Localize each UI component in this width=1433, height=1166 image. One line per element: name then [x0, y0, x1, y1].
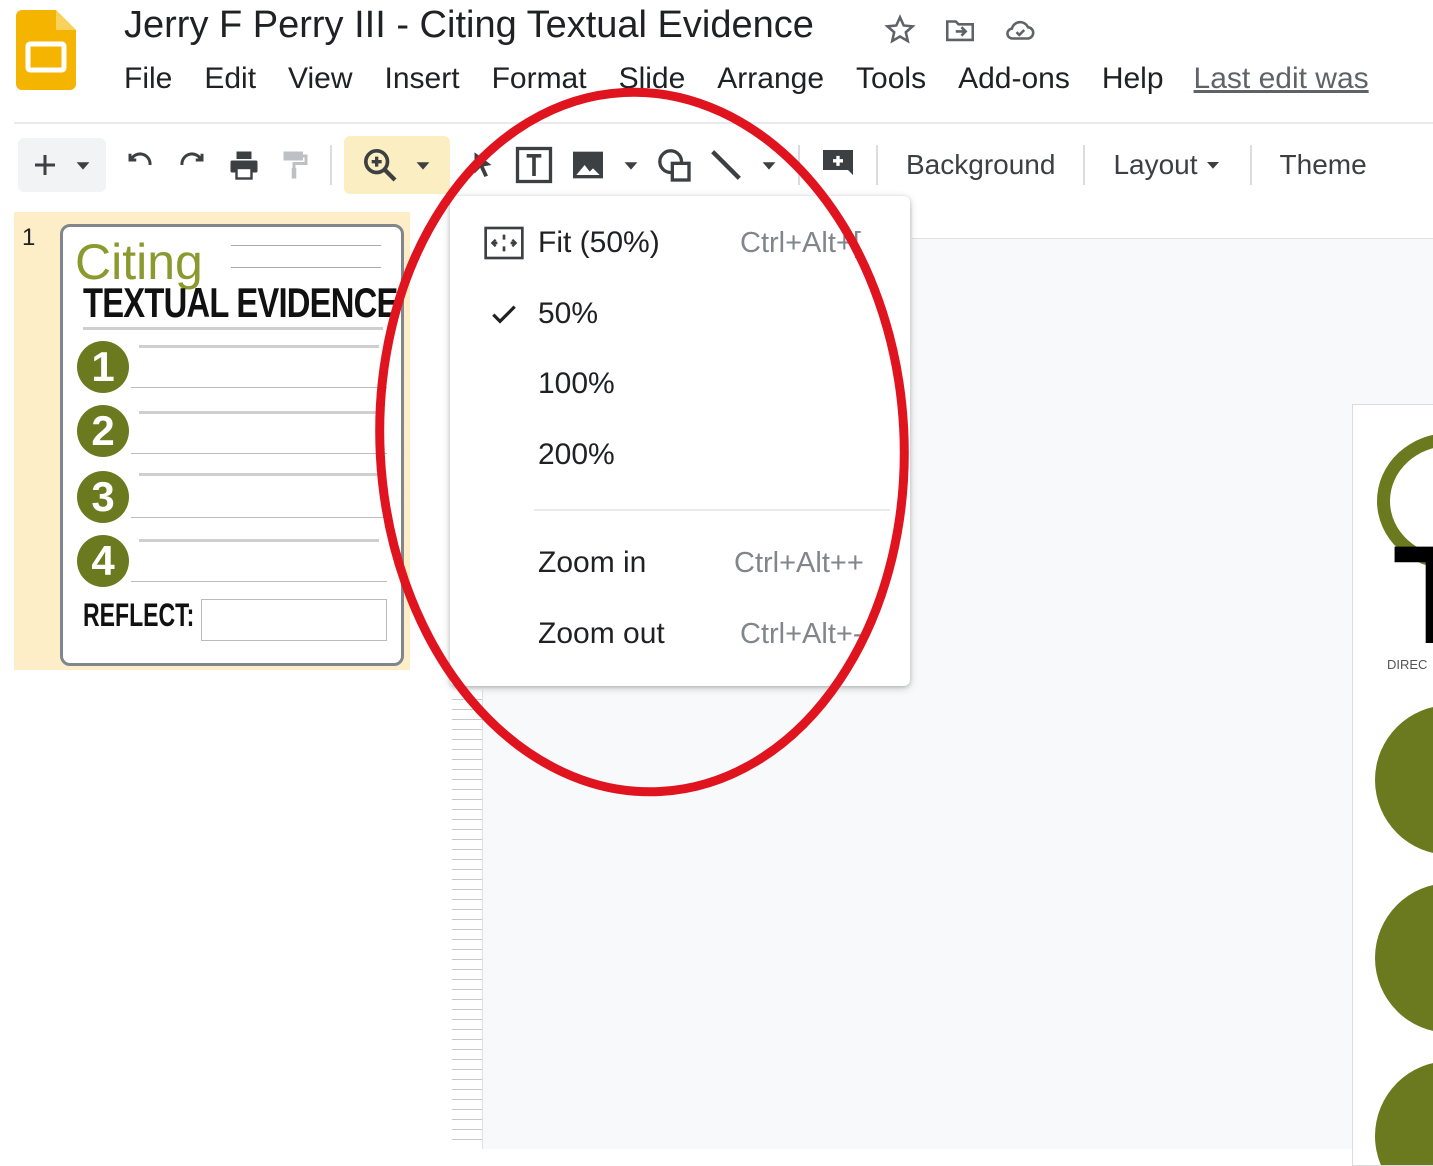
- menu-help[interactable]: Help: [1086, 62, 1180, 96]
- thumbnail-number-2: 2: [77, 405, 129, 457]
- header-divider: [14, 122, 1433, 124]
- zoom-option-shortcut: Ctrl+Alt+-: [740, 617, 863, 650]
- thumbnail-heading-large: TEXTUAL EVIDENCE: [83, 279, 398, 326]
- canvas-number-circle: [1375, 1061, 1433, 1165]
- menu-insert[interactable]: Insert: [369, 62, 476, 96]
- new-slide-icon[interactable]: [24, 138, 66, 192]
- chevron-down-icon[interactable]: [614, 138, 648, 192]
- zoom-50-option[interactable]: 50%: [450, 284, 910, 344]
- zoom-200-option[interactable]: 200%: [450, 425, 910, 485]
- thumbnail-answer-line: [131, 453, 387, 454]
- paint-format-icon[interactable]: [270, 138, 318, 192]
- menu-view[interactable]: View: [272, 62, 368, 96]
- zoom-menu: Fit (50%) Ctrl+Alt+[ 50% 100% 200% Zoom …: [450, 196, 910, 686]
- document-title[interactable]: Jerry F Perry III - Citing Textual Evide…: [124, 4, 814, 47]
- background-button[interactable]: Background: [890, 149, 1071, 181]
- last-edit-link[interactable]: Last edit was: [1194, 62, 1369, 96]
- toolbar: Background Layout Theme: [18, 136, 1433, 194]
- zoom-option-label: 200%: [538, 438, 615, 471]
- zoom-option-shortcut: Ctrl+Alt+[: [740, 226, 861, 259]
- print-icon[interactable]: [218, 138, 270, 192]
- thumbnail-prompt: [139, 473, 379, 476]
- menu-edit[interactable]: Edit: [188, 62, 272, 96]
- star-icon[interactable]: [880, 10, 920, 50]
- thumbnail-prompt: [139, 539, 379, 542]
- chevron-down-icon: [1206, 162, 1219, 169]
- menu-tools[interactable]: Tools: [840, 62, 942, 96]
- thumbnail-number-4: 4: [77, 535, 129, 587]
- canvas-title-fragment: T: [1393, 525, 1433, 665]
- layout-button[interactable]: Layout: [1097, 149, 1237, 181]
- menu-file[interactable]: File: [108, 62, 188, 96]
- image-icon[interactable]: [562, 138, 614, 192]
- select-icon[interactable]: [460, 138, 506, 192]
- zoom-button[interactable]: [344, 136, 450, 194]
- menu-slide[interactable]: Slide: [603, 62, 702, 96]
- menu-addons[interactable]: Add-ons: [942, 62, 1086, 96]
- thumbnail-answer-line: [131, 581, 387, 582]
- zoom-option-shortcut: Ctrl+Alt++: [734, 546, 864, 579]
- layout-label: Layout: [1113, 149, 1198, 180]
- shape-icon[interactable]: [648, 138, 700, 192]
- toolbar-separator: [798, 145, 800, 185]
- zoom-100-option[interactable]: 100%: [450, 354, 910, 414]
- zoom-option-label: Zoom out: [538, 617, 665, 650]
- thumbnail-directions: [83, 327, 383, 330]
- slide-thumbnail[interactable]: Citing TEXTUAL EVIDENCE 1 2 3 4 REFLECT:: [60, 224, 404, 666]
- zoom-option-label: Fit (50%): [538, 226, 660, 259]
- text-box-icon[interactable]: [506, 138, 562, 192]
- zoom-option-label: 100%: [538, 367, 615, 400]
- zoom-out-option[interactable]: Zoom out Ctrl+Alt+-: [450, 604, 910, 664]
- zoom-option-label: 50%: [538, 297, 599, 330]
- toolbar-separator: [330, 145, 332, 185]
- thumbnail-answer-line: [131, 517, 387, 518]
- thumbnail-name-line: [231, 245, 381, 246]
- canvas-number-circle: [1375, 705, 1433, 855]
- toolbar-separator: [1249, 145, 1252, 185]
- menu-bar: File Edit View Insert Format Slide Arran…: [108, 62, 1369, 96]
- slide-number: 1: [22, 224, 36, 251]
- chevron-down-icon[interactable]: [752, 138, 786, 192]
- comment-icon[interactable]: [812, 138, 864, 192]
- toolbar-separator: [1083, 145, 1086, 185]
- zoom-in-option[interactable]: Zoom in Ctrl+Alt++: [450, 533, 910, 593]
- thumbnail-reflect-label: REFLECT:: [83, 597, 195, 633]
- fit-icon: [484, 226, 524, 260]
- toolbar-separator: [876, 145, 878, 185]
- google-slides-logo-icon[interactable]: [16, 10, 76, 90]
- thumbnail-number-1: 1: [77, 341, 129, 393]
- thumbnail-reflect-box: [201, 599, 387, 641]
- thumbnail-number-3: 3: [77, 471, 129, 523]
- canvas-directions-fragment: DIREC: [1387, 657, 1428, 672]
- vertical-ruler[interactable]: [452, 690, 483, 1149]
- chevron-down-icon[interactable]: [406, 138, 440, 192]
- thumbnail-answer-line: [131, 387, 387, 388]
- line-icon[interactable]: [700, 138, 752, 192]
- checkmark-icon: [484, 298, 524, 330]
- redo-icon[interactable]: [166, 138, 218, 192]
- menu-format[interactable]: Format: [476, 62, 603, 96]
- menu-divider: [534, 509, 890, 511]
- zoom-icon[interactable]: [354, 138, 406, 192]
- new-slide-button[interactable]: [18, 138, 106, 192]
- cloud-saved-icon[interactable]: [1000, 10, 1040, 50]
- slide-canvas[interactable]: T DIREC: [1352, 404, 1433, 1166]
- thumbnail-date-line: [231, 267, 381, 268]
- chevron-down-icon[interactable]: [66, 138, 100, 192]
- undo-icon[interactable]: [114, 138, 166, 192]
- zoom-option-label: Zoom in: [538, 546, 647, 579]
- theme-button[interactable]: Theme: [1264, 149, 1383, 181]
- move-to-folder-icon[interactable]: [940, 10, 980, 50]
- thumbnail-prompt: [139, 345, 379, 348]
- horizontal-ruler[interactable]: [912, 208, 1433, 239]
- menu-arrange[interactable]: Arrange: [701, 62, 840, 96]
- zoom-fit-option[interactable]: Fit (50%) Ctrl+Alt+[: [450, 213, 910, 273]
- canvas-number-circle: [1375, 883, 1433, 1033]
- thumbnail-prompt: [139, 411, 379, 414]
